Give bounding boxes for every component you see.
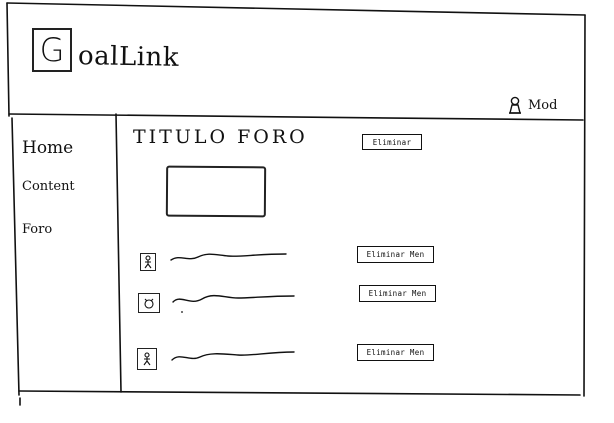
message-row-3 (137, 348, 157, 370)
forum-content-box (165, 165, 267, 218)
delete-message-button-3[interactable]: Eliminar Men (357, 344, 434, 361)
sidebar-item-home[interactable]: Home (22, 138, 73, 158)
forum-title: TITULO FORO (133, 126, 308, 148)
message-avatar (137, 348, 157, 370)
logo-letter: G (39, 31, 65, 69)
person-icon (143, 352, 151, 366)
face-icon (144, 298, 154, 309)
message-avatar (138, 293, 160, 313)
delete-message-button-2[interactable]: Eliminar Men (359, 285, 436, 302)
sidebar-item-content[interactable]: Content (22, 179, 75, 194)
person-icon (144, 255, 152, 269)
user-role-label: Mod (528, 97, 558, 113)
sidebar-item-foro[interactable]: Foro (22, 222, 52, 237)
message-line-2 (172, 294, 295, 313)
user-icon (509, 96, 521, 114)
message-line-3 (171, 351, 295, 361)
user-menu[interactable]: Mod (508, 96, 557, 114)
message-row-2 (138, 293, 160, 313)
message-row-1 (140, 253, 156, 271)
logo-letter-box: G (32, 28, 72, 72)
message-avatar (140, 253, 156, 271)
app-logo-text: oalLink (77, 41, 180, 73)
delete-message-button-1[interactable]: Eliminar Men (357, 246, 434, 263)
message-line-1 (170, 253, 287, 261)
delete-forum-button[interactable]: Eliminar (362, 134, 422, 150)
